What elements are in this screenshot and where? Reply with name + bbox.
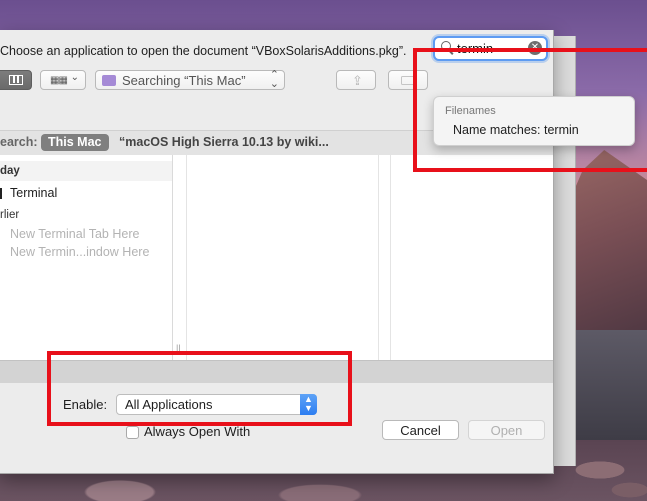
terminal-app-icon	[0, 188, 2, 199]
scope-this-mac-button[interactable]: This Mac	[41, 134, 109, 151]
location-label: Searching “This Mac”	[122, 73, 246, 88]
section-today: day	[0, 161, 172, 181]
annotation-box-search	[413, 48, 647, 172]
list-item: New Terminal Tab Here	[10, 227, 140, 241]
share-button[interactable]: ⇪	[336, 70, 376, 90]
scope-label: earch:	[0, 135, 38, 149]
chevron-down-icon: ⌄	[70, 72, 79, 83]
always-open-checkbox[interactable]	[126, 426, 139, 439]
list-item[interactable]: Terminal	[0, 183, 172, 203]
annotation-box-enable	[47, 351, 352, 426]
list-item: New Termin...indow Here	[10, 245, 150, 259]
grid-arrange-icon: ▦▦	[50, 75, 68, 86]
always-open-label[interactable]: Always Open With	[144, 424, 250, 439]
updown-arrows-icon: ⌃ ⌄	[269, 69, 279, 90]
results-browser: day Terminal rlier New Terminal Tab Here…	[0, 155, 553, 360]
cancel-button[interactable]: Cancel	[382, 420, 459, 440]
column-view-button[interactable]	[0, 70, 32, 90]
results-column: day Terminal rlier New Terminal Tab Here…	[0, 155, 173, 360]
open-button[interactable]: Open	[468, 420, 545, 440]
scope-other-location[interactable]: “macOS High Sierra 10.13 by wiki...	[119, 135, 329, 149]
share-icon: ⇪	[352, 73, 363, 88]
browser-column-3	[390, 155, 553, 360]
list-item-label: Terminal	[10, 186, 58, 200]
browser-column-2	[186, 155, 379, 360]
arrange-menu-button[interactable]: ▦▦ ⌄	[40, 70, 86, 90]
column-view-icon	[9, 75, 23, 85]
folder-icon	[102, 75, 116, 86]
location-popup[interactable]: Searching “This Mac” ⌃ ⌄	[95, 70, 285, 90]
dialog-prompt: Choose an application to open the docume…	[0, 44, 407, 58]
section-earlier: rlier	[0, 209, 20, 221]
